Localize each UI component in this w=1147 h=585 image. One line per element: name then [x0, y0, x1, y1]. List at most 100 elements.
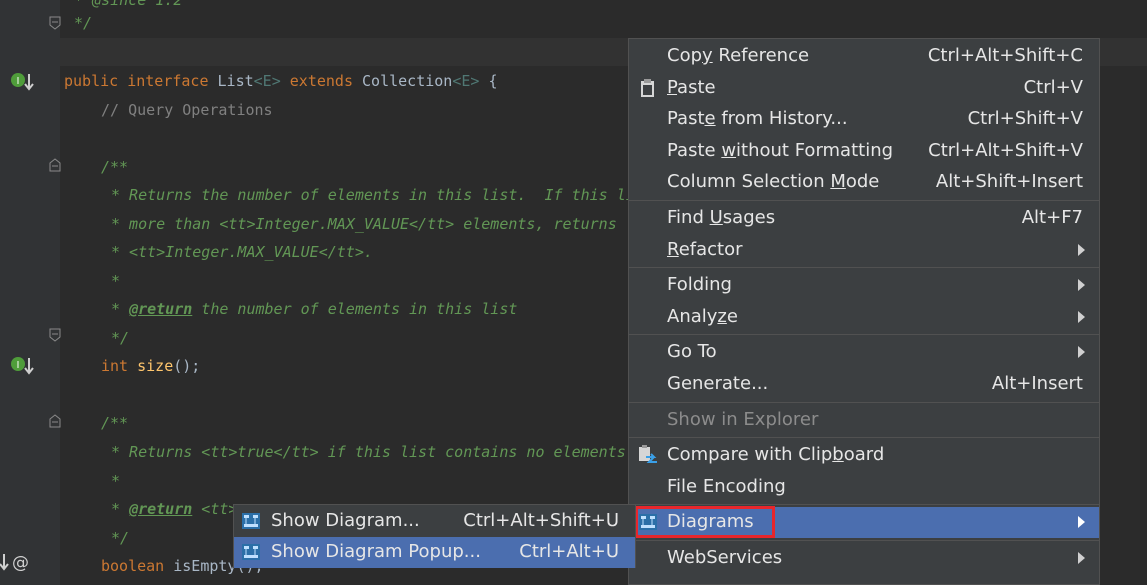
menu-separator	[629, 437, 1099, 439]
context-menu: Copy Reference Ctrl+Alt+Shift+C Paste Ctrl+…	[628, 38, 1100, 585]
code-token: List	[217, 72, 254, 90]
submenu-item[interactable]: Show Diagram Popup... Ctrl+Alt+U	[234, 537, 635, 568]
diagrams-submenu: Show Diagram... Ctrl+Alt+Shift+U Show Diag…	[233, 504, 636, 568]
fold-marker-icon[interactable]	[49, 414, 61, 428]
menu-item[interactable]: Copy Reference Ctrl+Alt+Shift+C	[629, 41, 1099, 72]
code-token: /**	[101, 414, 129, 432]
code-token: * more than <tt>Integer.MAX_VALUE</tt> e…	[111, 215, 617, 233]
code-line[interactable]: * more than <tt>Integer.MAX_VALUE</tt> e…	[111, 212, 617, 236]
code-token: <E>	[452, 72, 489, 90]
menu-item[interactable]: Paste without Formatting Ctrl+Alt+Shift+V	[629, 136, 1099, 167]
menu-item-label: Generate...	[667, 373, 769, 394]
code-token: /**	[101, 158, 129, 176]
code-line[interactable]: *	[111, 269, 120, 293]
menu-item-label: Paste from History...	[667, 108, 848, 130]
menu-item-shortcut: Ctrl+Alt+Shift+C	[927, 45, 1083, 66]
code-token: size	[137, 357, 174, 375]
diagram-icon	[240, 511, 262, 531]
menu-item-label: Refactor	[667, 238, 743, 260]
menu-separator	[629, 200, 1099, 201]
code-line[interactable]: * @return <tt>	[111, 497, 237, 521]
menu-item-shortcut: Alt+F7	[1021, 207, 1083, 228]
menu-separator	[629, 401, 1099, 403]
menu-item[interactable]: Find Usages Alt+F7	[629, 203, 1099, 234]
code-line[interactable]: * Returns the number of elements in this…	[111, 183, 635, 207]
menu-item[interactable]: File Encoding	[629, 472, 1099, 503]
code-line[interactable]: public interface List<E> extends Collect…	[64, 69, 498, 93]
menu-item[interactable]: Folding	[629, 270, 1099, 301]
code-token: * @since 1.2	[74, 0, 183, 9]
submenu-arrow-icon	[1078, 279, 1085, 292]
submenu-item[interactable]: Show Diagram... Ctrl+Alt+Shift+U	[234, 506, 635, 537]
code-token: boolean	[101, 557, 174, 575]
menu-item-label: Folding	[667, 274, 732, 296]
highlight-box	[635, 506, 775, 539]
code-line[interactable]: /**	[101, 411, 128, 435]
code-line[interactable]: // Query Operations	[101, 98, 273, 122]
submenu-arrow-icon	[1078, 516, 1085, 529]
code-token: */	[111, 529, 130, 547]
submenu-arrow-icon	[1078, 552, 1085, 564]
menu-item[interactable]: Paste from History... Ctrl+Shift+V	[629, 104, 1099, 135]
code-line[interactable]: int size();	[101, 354, 200, 378]
menu-item-label: Column Selection Mode	[667, 171, 880, 193]
menu-separator	[629, 540, 1099, 541]
code-token: */	[111, 329, 130, 347]
implemented-marker-icon[interactable]: I	[10, 72, 36, 92]
menu-item-label: Copy Reference	[667, 45, 810, 66]
diagram-icon	[240, 542, 262, 562]
compare-clipboard-icon	[637, 445, 659, 465]
menu-item-label: Paste without Formatting	[667, 139, 894, 161]
fold-marker-icon[interactable]	[49, 328, 61, 342]
menu-separator	[629, 334, 1099, 336]
code-token: *	[111, 272, 121, 290]
code-token: @return	[129, 500, 193, 518]
code-line[interactable]: * Returns <tt>true</tt> if this list con…	[111, 440, 635, 464]
svg-text:I: I	[17, 360, 20, 371]
menu-item[interactable]: Refactor	[629, 235, 1099, 266]
code-line[interactable]: * @return the number of elements in this…	[111, 297, 517, 321]
menu-item-shortcut: Ctrl+V	[1023, 76, 1083, 98]
menu-item-label: Analyze	[667, 305, 738, 327]
clipboard-icon	[637, 78, 659, 98]
code-token: the number of elements in this list	[192, 300, 518, 318]
menu-item[interactable]: Generate... Alt+Insert	[629, 369, 1099, 400]
menu-item-shortcut: Ctrl+Shift+V	[967, 108, 1083, 130]
code-token: <tt>	[192, 500, 238, 518]
menu-item[interactable]: Go To	[629, 337, 1099, 368]
menu-item-label: Find Usages	[667, 207, 776, 228]
code-token: extends	[289, 72, 363, 90]
code-line[interactable]: *	[111, 469, 120, 493]
code-token: Collection	[362, 72, 453, 90]
overriding-marker-icon[interactable]: @	[0, 551, 40, 573]
code-line[interactable]: */	[74, 11, 92, 35]
fold-marker-icon[interactable]	[49, 158, 61, 172]
code-token: {	[488, 72, 498, 90]
code-token: *	[111, 300, 130, 318]
menu-item[interactable]: Analyze	[629, 302, 1099, 333]
menu-item-label: Paste	[667, 76, 716, 98]
implemented-marker-icon[interactable]: I	[10, 356, 36, 376]
menu-item-shortcut: Ctrl+Alt+Shift+V	[928, 139, 1083, 161]
menu-item[interactable]: Column Selection Mode Alt+Shift+Insert	[629, 167, 1099, 198]
code-token: * <tt>Integer.MAX_VALUE</tt>.	[111, 243, 373, 261]
code-token: <E>	[253, 72, 290, 90]
menu-item: Show in Explorer	[629, 405, 1099, 436]
menu-item[interactable]: Compare with Clipboard	[629, 440, 1099, 471]
menu-item[interactable]: Paste Ctrl+V	[629, 73, 1099, 104]
code-token: */	[74, 14, 93, 32]
menu-item[interactable]: Diagrams	[629, 506, 1099, 539]
submenu-arrow-icon	[1078, 310, 1085, 323]
svg-text:@: @	[12, 553, 29, 573]
code-line[interactable]: */	[111, 526, 129, 550]
fold-marker-icon[interactable]	[49, 16, 61, 30]
code-line[interactable]: */	[111, 326, 129, 350]
code-line[interactable]: * <tt>Integer.MAX_VALUE</tt>.	[111, 240, 373, 264]
menu-separator	[629, 267, 1099, 269]
submenu-item-label: Show Diagram...	[271, 510, 420, 531]
code-line[interactable]: /**	[101, 155, 128, 179]
submenu-item-shortcut: Ctrl+Alt+Shift+U	[463, 510, 619, 531]
code-token: public	[64, 72, 128, 90]
menu-item[interactable]: WebServices	[629, 543, 1099, 574]
submenu-item-label: Show Diagram Popup...	[271, 541, 481, 562]
